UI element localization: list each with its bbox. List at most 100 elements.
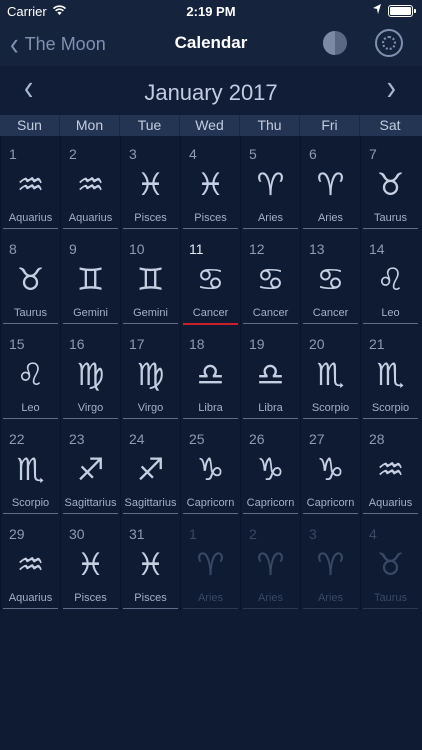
- zodiac-capricorn-icon: ♑: [196, 452, 225, 488]
- cell-underline: [363, 513, 418, 514]
- cell-underline: [3, 323, 58, 324]
- zodiac-sign-label: Leo: [21, 402, 40, 414]
- day-number: 30: [69, 526, 85, 542]
- calendar-day-cell[interactable]: 28 ♒ Aquarius: [360, 421, 420, 516]
- day-number: 2: [249, 526, 257, 542]
- zodiac-virgo-icon: ♍: [76, 357, 105, 393]
- zodiac-sign-label: Libra: [198, 402, 223, 414]
- zodiac-scorpio-icon: ♏: [316, 357, 345, 393]
- calendar-day-cell[interactable]: 5 ♈ Aries: [240, 136, 300, 231]
- day-number: 7: [369, 146, 377, 162]
- calendar-day-cell[interactable]: 19 ♎ Libra: [240, 326, 300, 421]
- calendar-day-cell[interactable]: 20 ♏ Scorpio: [300, 326, 360, 421]
- calendar-day-cell[interactable]: 14 ♌ Leo: [360, 231, 420, 326]
- calendar-day-cell[interactable]: 15 ♌ Leo: [0, 326, 60, 421]
- day-number: 6: [309, 146, 317, 162]
- battery-fill: [390, 7, 411, 15]
- zodiac-wheel-icon[interactable]: [375, 29, 403, 57]
- day-number: 23: [69, 431, 85, 447]
- calendar-day-cell[interactable]: 16 ♍ Virgo: [60, 326, 120, 421]
- zodiac-aquarius-icon: ♒: [376, 452, 405, 488]
- calendar-day-cell[interactable]: 2 ♒ Aquarius: [60, 136, 120, 231]
- next-month-button[interactable]: ›: [387, 69, 396, 106]
- calendar-day-cell[interactable]: 23 ♐ Sagittarius: [60, 421, 120, 516]
- cell-underline: [243, 323, 298, 324]
- zodiac-sign-label: Taurus: [373, 212, 408, 224]
- calendar-day-cell[interactable]: 26 ♑ Capricorn: [240, 421, 300, 516]
- day-number: 11: [189, 241, 204, 257]
- zodiac-cancer-icon: ♋: [316, 262, 345, 298]
- zodiac-leo-icon: ♌: [376, 262, 405, 298]
- cell-underline: [303, 228, 358, 229]
- calendar-day-cell[interactable]: 7 ♉ Taurus: [360, 136, 420, 231]
- zodiac-sign-label: Pisces: [134, 212, 167, 224]
- day-number: 19: [249, 336, 265, 352]
- day-number: 29: [9, 526, 25, 542]
- moon-phase-icon[interactable]: [323, 31, 347, 55]
- calendar-day-cell[interactable]: 13 ♋ Cancer: [300, 231, 360, 326]
- calendar-day-cell[interactable]: 2 ♈ Aries: [240, 516, 300, 611]
- cell-underline: [363, 323, 418, 324]
- location-arrow-icon: [372, 3, 382, 18]
- calendar-day-cell[interactable]: 18 ♎ Libra: [180, 326, 240, 421]
- calendar-day-cell[interactable]: 3 ♈ Aries: [300, 516, 360, 611]
- calendar-day-cell[interactable]: 8 ♉ Taurus: [0, 231, 60, 326]
- zodiac-sagittarius-icon: ♐: [136, 452, 165, 488]
- zodiac-capricorn-icon: ♑: [316, 452, 345, 488]
- calendar-day-cell[interactable]: 30 ♓ Pisces: [60, 516, 120, 611]
- cell-underline: [183, 608, 238, 609]
- calendar-day-cell[interactable]: 24 ♐ Sagittarius: [120, 421, 180, 516]
- zodiac-aquarius-icon: ♒: [16, 547, 45, 583]
- calendar-day-cell[interactable]: 31 ♓ Pisces: [120, 516, 180, 611]
- zodiac-sign-label: Cancer: [312, 307, 349, 319]
- cell-underline: [363, 418, 418, 419]
- zodiac-sign-label: Pisces: [134, 592, 167, 604]
- zodiac-sign-label: Capricorn: [186, 497, 235, 509]
- zodiac-sign-label: Pisces: [74, 592, 107, 604]
- calendar-day-cell[interactable]: 11 ♋ Cancer: [180, 231, 240, 326]
- calendar-day-cell[interactable]: 6 ♈ Aries: [300, 136, 360, 231]
- zodiac-sign-label: Aries: [257, 212, 284, 224]
- calendar-day-cell[interactable]: 29 ♒ Aquarius: [0, 516, 60, 611]
- calendar-day-cell[interactable]: 3 ♓ Pisces: [120, 136, 180, 231]
- month-title: January 2017: [144, 80, 278, 105]
- cell-underline: [363, 608, 418, 609]
- cell-underline: [63, 228, 118, 229]
- zodiac-sign-label: Leo: [381, 307, 400, 319]
- calendar-day-cell[interactable]: 21 ♏ Scorpio: [360, 326, 420, 421]
- day-number: 9: [69, 241, 77, 257]
- calendar-day-cell[interactable]: 1 ♈ Aries: [180, 516, 240, 611]
- zodiac-gemini-icon: ♊: [76, 262, 105, 298]
- cell-underline: [123, 418, 178, 419]
- calendar-day-cell[interactable]: 1 ♒ Aquarius: [0, 136, 60, 231]
- calendar-day-cell[interactable]: 10 ♊ Gemini: [120, 231, 180, 326]
- day-number: 12: [249, 241, 265, 257]
- day-number: 2: [69, 146, 77, 162]
- weekday-header: Sun Mon Tue Wed Thu Fri Sat: [0, 115, 422, 136]
- day-number: 3: [129, 146, 137, 162]
- zodiac-aries-icon: ♈: [196, 547, 225, 583]
- day-number: 27: [309, 431, 325, 447]
- zodiac-sign-label: Aries: [317, 212, 344, 224]
- calendar-day-cell[interactable]: 17 ♍ Virgo: [120, 326, 180, 421]
- calendar-day-cell[interactable]: 4 ♓ Pisces: [180, 136, 240, 231]
- cell-underline: [63, 608, 118, 609]
- zodiac-sign-label: Virgo: [77, 402, 104, 414]
- cell-underline: [243, 608, 298, 609]
- calendar-day-cell[interactable]: 25 ♑ Capricorn: [180, 421, 240, 516]
- day-number: 24: [129, 431, 145, 447]
- zodiac-pisces-icon: ♓: [136, 547, 165, 583]
- calendar-day-cell[interactable]: 9 ♊ Gemini: [60, 231, 120, 326]
- zodiac-sign-label: Scorpio: [11, 497, 50, 509]
- zodiac-cancer-icon: ♋: [196, 262, 225, 298]
- day-number: 1: [9, 146, 17, 162]
- zodiac-virgo-icon: ♍: [136, 357, 165, 393]
- weekday-mon: Mon: [60, 115, 120, 136]
- calendar-day-cell[interactable]: 4 ♉ Taurus: [360, 516, 420, 611]
- calendar-day-cell[interactable]: 22 ♏ Scorpio: [0, 421, 60, 516]
- zodiac-cancer-icon: ♋: [256, 262, 285, 298]
- calendar-day-cell[interactable]: 27 ♑ Capricorn: [300, 421, 360, 516]
- cell-underline: [183, 513, 238, 514]
- cell-underline: [123, 228, 178, 229]
- calendar-day-cell[interactable]: 12 ♋ Cancer: [240, 231, 300, 326]
